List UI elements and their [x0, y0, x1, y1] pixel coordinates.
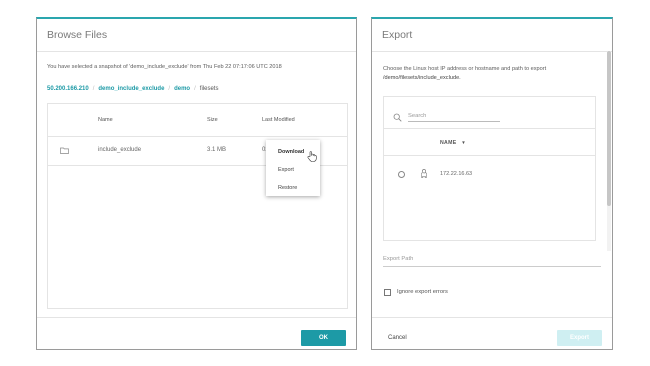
column-header-name[interactable]: Name [98, 117, 113, 123]
breadcrumb-separator: / [194, 86, 196, 92]
breadcrumb-item-demo[interactable]: demo [174, 86, 190, 92]
menu-item-export[interactable]: Export [278, 167, 294, 173]
file-table: Name Size Last Modified include_exclude … [47, 103, 348, 309]
search-icon [393, 113, 402, 122]
breadcrumb-separator: / [168, 86, 171, 92]
search-divider [384, 128, 595, 129]
host-radio-button[interactable] [398, 171, 405, 178]
header-divider [384, 155, 595, 156]
folder-icon [60, 147, 69, 154]
column-header-size[interactable]: Size [207, 117, 218, 123]
export-description: Choose the Linux host IP address or host… [383, 65, 603, 83]
title-divider [372, 51, 612, 52]
ok-button[interactable]: OK [301, 330, 346, 346]
column-header-name[interactable]: NAME ▼ [440, 140, 466, 146]
file-size: 3.1 MB [207, 147, 227, 153]
file-context-menu: Download Export Restore [266, 140, 320, 196]
breadcrumb-separator: / [92, 86, 95, 92]
column-header-name-label: NAME [440, 140, 457, 146]
title-divider [37, 51, 356, 52]
breadcrumb-item-snapshot[interactable]: demo_include_exclude [98, 86, 164, 92]
ignore-errors-checkbox[interactable] [384, 289, 391, 296]
browse-files-dialog: Browse Files You have selected a snapsho… [36, 17, 357, 350]
export-dialog: Export Choose the Linux host IP address … [371, 17, 613, 350]
scrollbar-thumb[interactable] [607, 51, 611, 206]
export-path-field[interactable] [383, 251, 601, 267]
snapshot-description: You have selected a snapshot of 'demo_in… [47, 64, 282, 70]
file-name[interactable]: include_exclude [98, 147, 141, 153]
export-source-path: /demo/filesets/include_exclude. [383, 75, 461, 81]
search-input[interactable] [408, 111, 500, 122]
breadcrumb-item-current: filesets [199, 86, 219, 92]
footer-divider [372, 317, 612, 318]
host-ip-address[interactable]: 172.22.16.63 [440, 171, 472, 177]
dialog-title: Browse Files [47, 29, 108, 41]
dialog-title: Export [382, 29, 413, 41]
sort-desc-icon: ▼ [461, 140, 466, 145]
ignore-errors-label: Ignore export errors [397, 289, 448, 295]
hand-pointer-icon [307, 151, 317, 162]
export-description-text: Choose the Linux host IP address or host… [383, 66, 547, 72]
menu-item-restore[interactable]: Restore [278, 185, 297, 191]
breadcrumb: 50.200.166.210 / demo_include_exclude / … [47, 86, 218, 92]
linux-icon [421, 169, 427, 178]
column-header-last-modified[interactable]: Last Modified [262, 117, 295, 123]
host-list-panel: NAME ▼ 172.22.16.63 [383, 96, 596, 241]
cancel-button[interactable]: Cancel [388, 330, 424, 346]
footer-divider [37, 317, 356, 318]
menu-item-download[interactable]: Download [278, 149, 304, 155]
export-button[interactable]: Export [557, 330, 602, 346]
breadcrumb-item-host[interactable]: 50.200.166.210 [47, 86, 89, 92]
